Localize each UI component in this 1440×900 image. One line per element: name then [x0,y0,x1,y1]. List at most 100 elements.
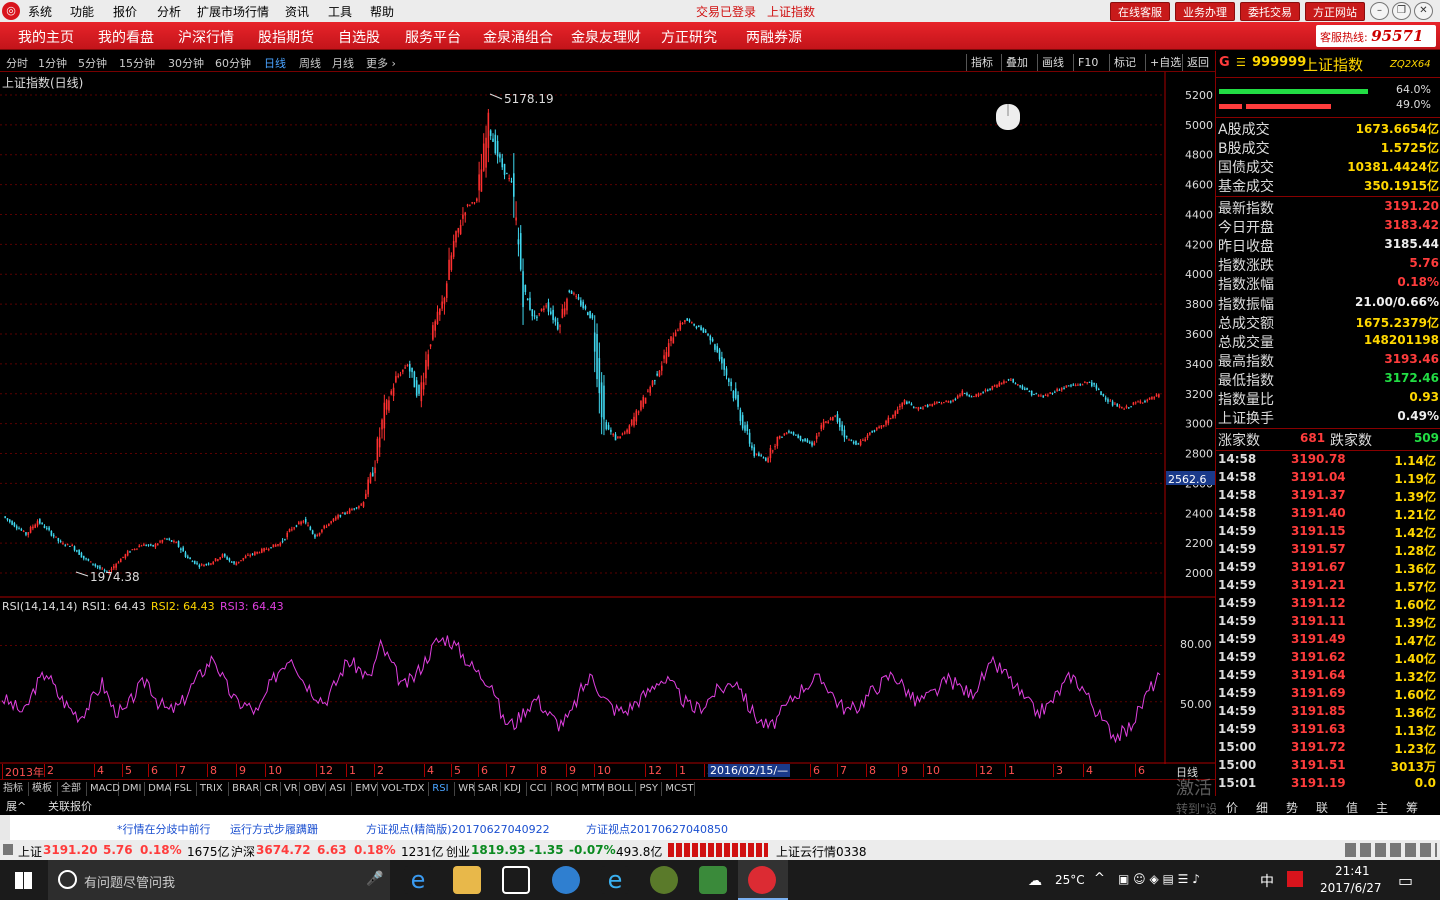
panel-tab[interactable]: 细 [1256,799,1268,816]
period-daily[interactable]: 日线 [264,55,286,71]
menu-item-analysis[interactable]: 分析 [157,3,181,20]
indicator-tab[interactable]: CR [261,782,281,796]
tray-app-icon[interactable] [1287,871,1303,887]
nav-research[interactable]: 方正研究 [661,27,717,47]
business-button[interactable]: 业务办理 [1175,2,1235,21]
news-item-4[interactable]: 方证视点20170627040850 [586,821,728,837]
indicator-tab[interactable]: BRAR [229,782,262,796]
tool-f10[interactable]: F10 [1073,54,1102,71]
nav-watchlist[interactable]: 自选股 [338,27,380,47]
indicator-tab[interactable]: ASI [326,782,353,796]
nav-futures[interactable]: 股指期货 [258,27,314,47]
menu-lines-icon[interactable]: ☰ [1236,56,1246,69]
news-item-1[interactable]: *行情在分歧中前行 [117,821,211,837]
indicator-tab[interactable]: MCST [662,782,695,796]
minimize-icon[interactable]: – [1370,2,1389,20]
indicator-tab[interactable]: PSY [637,782,663,796]
indicator-tab[interactable]: MACD [87,782,120,796]
kline-chart[interactable]: 2000220024002600280030003200340036003800… [0,72,1215,598]
period-more[interactable]: 更多 › [366,55,396,71]
close-icon[interactable]: ✕ [1414,2,1433,20]
tool-indicator[interactable]: 指标 [966,54,997,71]
period-1min[interactable]: 1分钟 [38,55,67,71]
panel-tab[interactable]: 主 [1376,799,1388,816]
ie-alt-icon[interactable] [552,866,580,894]
indicator-tab[interactable]: DMI [119,782,146,796]
tray-tools-icon[interactable] [1345,843,1437,857]
indicator-tab[interactable]: FSL [171,782,197,796]
online-service-button[interactable]: 在线客服 [1110,2,1170,21]
indicator-tab[interactable]: 指标 [0,782,29,796]
indicator-tab[interactable]: WR [455,782,475,796]
period-15min[interactable]: 15分钟 [119,55,155,71]
nav-hs-market[interactable]: 沪深行情 [178,27,234,47]
taskbar-search-box[interactable]: 有问题尽管问我 🎤 [48,860,390,900]
indicator-tab[interactable]: EMV [352,782,379,796]
tool-overlay[interactable]: 叠加 [1001,54,1032,71]
clock-time[interactable]: 21:41 [1335,864,1370,878]
indicator-tab[interactable]: MTM [578,782,605,796]
indicator-tab[interactable]: VOL-TDX [378,782,430,796]
indicator-tab[interactable]: RSI [429,782,456,796]
file-explorer-icon[interactable] [453,866,481,894]
tray-icons[interactable]: ▣ ☺ ◈ ▤ ☰ ♪ [1118,872,1200,886]
ie-browser-icon[interactable]: e [601,866,629,894]
bottom-tab[interactable]: 关联报价 [48,798,92,814]
indicator-tab[interactable]: DMA [145,782,171,796]
restore-icon[interactable]: ❐ [1392,2,1411,20]
panel-tab[interactable]: 价 [1226,799,1238,816]
nav-margin[interactable]: 两融券源 [746,27,802,47]
weather-icon[interactable]: ☁ [1028,873,1042,889]
menu-item-quote[interactable]: 报价 [113,3,137,20]
tool-mark[interactable]: 标记 [1109,54,1140,71]
indicator-tab[interactable]: CCI [527,782,553,796]
news-item-2[interactable]: 运行方式步履蹒跚 [230,821,318,837]
rsi-chart[interactable]: RSI(14,14,14) RSI1: 64.43 RSI2: 64.43 RS… [0,598,1215,764]
period-60min[interactable]: 60分钟 [215,55,251,71]
news-item-3[interactable]: 方证视点(精简版)20170627040922 [366,821,550,837]
store-icon[interactable] [502,866,530,894]
menu-item-info[interactable]: 资讯 [285,3,309,20]
menu-item-tools[interactable]: 工具 [328,3,352,20]
tool-add-watchlist[interactable]: +自选 [1145,54,1185,71]
panel-tab[interactable]: 筹 [1406,799,1418,816]
website-button[interactable]: 方正网站 [1305,2,1365,21]
windows-start-icon[interactable] [15,872,32,889]
indicator-tab[interactable]: TRIX [197,782,230,796]
tool-back[interactable]: 返回 [1182,54,1213,71]
cloud-quote-label[interactable]: 上证云行情0338 [776,843,867,860]
indicator-tab[interactable]: 模板 [29,782,58,796]
indicator-tab[interactable]: 全部 [58,782,87,796]
tool-draw[interactable]: 画线 [1037,54,1068,71]
app-icon-2[interactable] [699,866,727,894]
panel-tab[interactable]: 值 [1346,799,1358,816]
ticker-arrow-icon[interactable] [3,844,13,855]
nav-service[interactable]: 服务平台 [405,27,461,47]
nav-watch[interactable]: 我的看盘 [98,27,154,47]
indicator-tab[interactable]: BOLL [604,782,637,796]
indicator-tab[interactable]: OBV [301,782,327,796]
trade-button[interactable]: 委托交易 [1240,2,1300,21]
clock-date[interactable]: 2017/6/27 [1320,881,1382,895]
indicator-tab[interactable]: ROC [553,782,579,796]
nav-portfolio[interactable]: 金泉涌组合 [483,27,553,47]
app-icon-1[interactable] [650,866,678,894]
menu-item-system[interactable]: 系统 [28,3,52,20]
menu-item-extended-market[interactable]: 扩展市场行情 [197,3,269,20]
bottom-tab[interactable]: 展^ [6,798,26,814]
tray-up-icon[interactable]: ^ [1094,871,1105,886]
microphone-icon[interactable]: 🎤 [366,871,383,887]
period-30min[interactable]: 30分钟 [168,55,204,71]
panel-tab[interactable]: 势 [1286,799,1298,816]
indicator-tab[interactable]: KDJ [501,782,527,796]
nav-home[interactable]: 我的主页 [18,27,74,47]
nav-finance[interactable]: 金泉友理财 [571,27,641,47]
period-weekly[interactable]: 周线 [299,55,321,71]
period-intraday[interactable]: 分时 [6,55,28,71]
notification-icon[interactable]: ▭ [1398,871,1413,890]
ime-indicator[interactable]: 中 [1260,871,1274,891]
menu-item-function[interactable]: 功能 [70,3,94,20]
edge-browser-icon[interactable]: e [404,866,432,894]
period-monthly[interactable]: 月线 [332,55,354,71]
indicator-tab[interactable]: VR [281,782,301,796]
